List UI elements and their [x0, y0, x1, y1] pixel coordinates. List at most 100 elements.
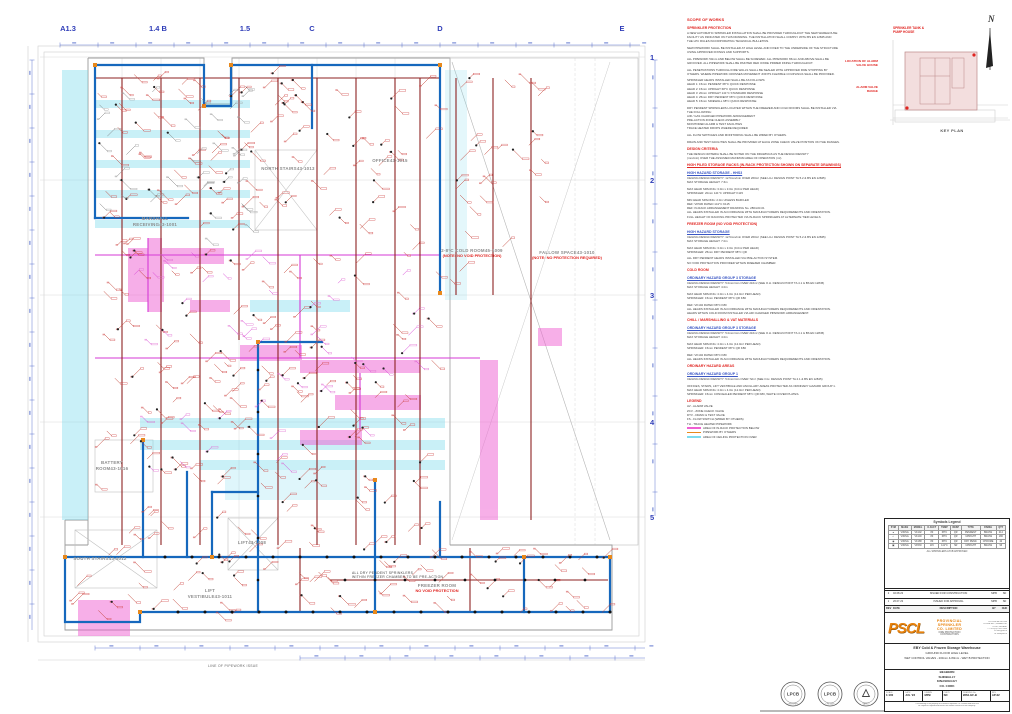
note-line: SPRINKLER: 15mm CONCEALED PENDENT 68°C Q… [687, 392, 877, 396]
main-pipework [65, 65, 610, 622]
company-subtitle-line: CONTRACTORS [924, 634, 975, 637]
company-logo: PSCL [888, 621, 924, 636]
drawing-sheet: N LPCBCERTIFIED LPCBLPS 1048 △SAFE-T A1.3 1… [0, 0, 1012, 714]
room-note: (NOTE: NO VOID PROTECTION) [441, 254, 502, 259]
stamp-label: △ [861, 688, 870, 699]
notes-section-header: HIGH PILED STORAGE RACKS (IN-RACK PROTEC… [687, 163, 877, 168]
company-address: PROVINCIAL HOUSEFORGE HILL, KINSALE RDCO… [975, 621, 1009, 636]
stamp: LPCBCERTIFIED [781, 682, 805, 706]
title-block: Symbols Legend SYMMAKEMODELK-FACTTEMPRES… [884, 518, 1010, 712]
room-label: BATTERY ROOM43-1016 [96, 460, 129, 471]
revision-cell: 26.07.23 [892, 599, 909, 605]
legend-cell: SR [950, 544, 961, 549]
notes-section-header: CHILL / MARSHALLING & VAT MATERIALS [687, 318, 877, 323]
symbols-legend-title: Symbols Legend [885, 519, 1009, 524]
location-cell: BEABERNSHINBALLYKINASKEGGYCO. CORK [885, 670, 1009, 691]
legend-item-text: AREA OF CEILING PROTECTION OVER [703, 435, 757, 439]
room-name: NORTH STAIRS [261, 166, 297, 171]
fields-cell: SCALE1:100 DATEJUL '23 DRAWNMPB CHK'DSD … [885, 691, 1009, 702]
room-name: OFFICE [372, 158, 390, 163]
disclaimer: This drawing is the property of Provinci… [885, 702, 1009, 708]
revision-table: 202.08.23ISSUED FOR CONSTRUCTIONMPBSD126… [885, 590, 1009, 612]
legend-row: ●VIKINGVK1028068°CQRPENDENTBRASS214 [889, 530, 1006, 535]
legend-row: ◐VIKINGVK1008068°CQRUPRIGHTBRASS186 [889, 535, 1006, 540]
revision-row: 202.08.23ISSUED FOR CONSTRUCTIONMPBSD [885, 590, 1009, 597]
room-label: SOUTH STAIRS43-1012 [73, 556, 126, 562]
room-label: LIFT VESTIBULE43-1011 [188, 588, 233, 599]
room-label: FALLOW SPACE43-1010(NOTE: NO PROTECTION … [532, 250, 602, 260]
grid-column-label: 1.5 [240, 24, 250, 33]
grid-column-label: C [309, 24, 314, 33]
grid-column-label: E [619, 24, 624, 33]
company-cell: PSCL PROVINCIALSPRINKLERCO. LIMITEDFIRE … [885, 613, 1009, 644]
room-code: 43-1016 [110, 466, 128, 471]
revision-cell: ISSUED FOR CONSTRUCTION [909, 591, 988, 597]
note-line: ALL HEADS INSTALLED IN ACCORDANCE WITH M… [687, 357, 877, 361]
room-code: 43-1013 [297, 166, 315, 171]
grid-column-label: 1.4 B [149, 24, 167, 33]
symbols-legend-table: SYMMAKEMODELK-FACTTEMPRESPTYPEFINISHQTY●… [888, 525, 1006, 549]
legend-cell: UPRIGHT [961, 544, 980, 549]
grid-row-label: 3 [650, 291, 654, 300]
stamp-sub-label: CERTIFIED [788, 704, 799, 706]
legend-cell: VK530 [911, 544, 925, 549]
revision-cell: MPB [988, 591, 1000, 597]
legend-cell: ▣ [889, 544, 899, 549]
pink-inrack-zones [78, 238, 562, 636]
checked-value: SD [944, 694, 960, 698]
revision-cell: DATE [892, 606, 909, 612]
room-code: 43-1015 [390, 158, 408, 163]
pipe-fittings [63, 63, 612, 614]
key-plan-building [905, 52, 977, 110]
drawing-number-value: 2864-GF-B [963, 694, 989, 698]
room-code: 43-1008 [248, 540, 266, 545]
room-note: NO VOID PROTECTION [415, 589, 458, 594]
legend-cell: 141°C [939, 544, 950, 549]
key-plan: N [890, 0, 1010, 125]
room-code: 43-1001 [159, 222, 177, 227]
legend-swatch [687, 427, 701, 429]
grid-row-label: 2 [650, 176, 654, 185]
revision-row: REVDATEDESCRIPTIONBYCHK [885, 605, 1009, 612]
scale-value: 1:100 [886, 694, 902, 698]
freezer-caption: ALL DRY PENDENT SPRINKLERS WITHIN FREEZE… [352, 571, 443, 579]
range-pipework [95, 78, 608, 612]
notes-section-header: COLD ROOM [687, 268, 877, 273]
revision-cell: REV [885, 606, 892, 612]
room-code: 43-1011 [215, 594, 233, 599]
legend-swatch [687, 432, 701, 434]
project-detail: WET CONTROL VALVES - 200mm & 80mm - WET … [885, 656, 1009, 660]
company-address-line: W: www.pscl.ie [975, 633, 1007, 635]
stamp: △SAFE-T [854, 682, 878, 706]
north-arrow: N [986, 14, 995, 70]
legend-cell: 115 [925, 544, 939, 549]
note-line: (mm/min) OVER THE ASSUMED MAXIMUM AREA O… [687, 156, 877, 160]
keyplan-pump-house-label: SPRINKLER TANK & PUMP HOUSE [893, 26, 924, 34]
legend-row: ▣VIKINGVK530115141°CSRUPRIGHTBRASS96 [889, 544, 1006, 549]
stair-details [75, 150, 317, 588]
revision-cell: CHK [1000, 606, 1009, 612]
note-line: HEADS WITHIN COLD ROOM INSTALLED VIA AIR… [687, 311, 877, 315]
room-label: 2-8°C COLD ROOM45-1009(NOTE: NO VOID PRO… [441, 248, 502, 258]
grid-column-label: D [437, 24, 442, 33]
symbols-legend-cell: Symbols Legend SYMMAKEMODELK-FACTTEMPRES… [885, 519, 1009, 589]
grid-column-label: A1.3 [60, 24, 76, 33]
project-cell: EBY Cold & Frozen Storage Warehouse GROU… [885, 644, 1009, 670]
notes-section-header: SCOPE OF WORKS [687, 17, 877, 23]
room-label: MARSHALL RECEIVING43-1001 [133, 216, 177, 227]
revision-cell: 1 [885, 599, 892, 605]
revision-cell: MPB [988, 599, 1000, 605]
project-title: EBY Cold & Frozen Storage Warehouse [885, 644, 1009, 651]
project-location-line: CO. CORK [885, 684, 1009, 689]
pipework-issue-caption: LINE OF PIPEWORK ISSUE [208, 664, 258, 668]
svg-text:N: N [987, 14, 995, 24]
room-label: OFFICE43-1015 [372, 158, 407, 164]
room-note: (NOTE: NO PROTECTION REQUIRED) [532, 256, 602, 261]
revision-cell: SD [1000, 591, 1009, 597]
room-label: NORTH STAIRS43-1013 [261, 166, 314, 172]
revision-row: 126.07.23ISSUED FOR APPROVALMPBSD [885, 598, 1009, 605]
room-name: LIFT VESTIBULE [188, 588, 215, 599]
stamp-sub-label: LPS 1048 [826, 704, 836, 706]
stamp: LPCBLPS 1048 [818, 682, 842, 706]
alarm-valve-range-annotation: ALARM VALVE RANGE [798, 85, 878, 93]
